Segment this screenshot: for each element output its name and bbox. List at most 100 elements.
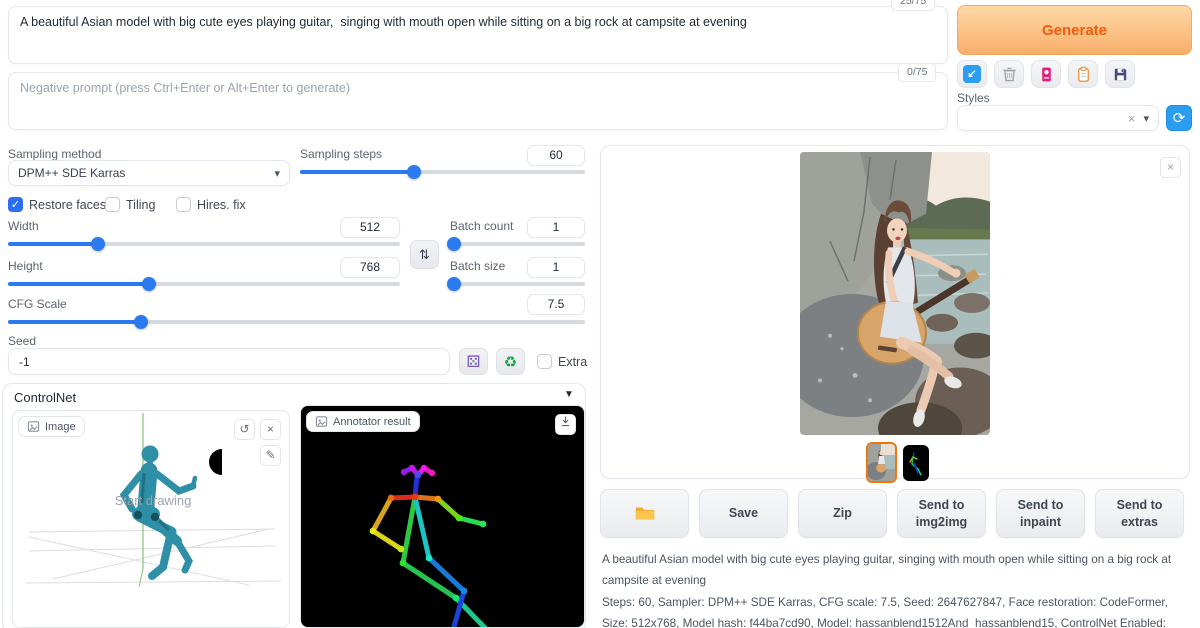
arrow-down-left-icon: ↙: [963, 65, 981, 83]
edit-brush-button[interactable]: ✎: [260, 445, 281, 466]
batch-count-label: Batch count: [450, 219, 513, 233]
height-input[interactable]: 768: [340, 257, 400, 278]
undo-icon: ↺: [239, 422, 249, 436]
zip-button[interactable]: Zip: [798, 489, 887, 538]
sampling-method-value: DPM++ SDE Karras: [18, 166, 125, 180]
pencil-icon: ✎: [265, 448, 275, 462]
collapse-arrow-icon[interactable]: ▼: [564, 389, 574, 400]
swap-width-height-button[interactable]: ⇅: [410, 240, 439, 269]
close-preview-button[interactable]: ×: [1160, 157, 1181, 178]
extra-label: Extra: [558, 355, 587, 369]
thumbnail-pose-mini: [903, 445, 929, 481]
batch-size-slider[interactable]: [450, 277, 585, 291]
batch-size-label: Batch size: [450, 259, 505, 273]
image-tab-label: Image: [45, 421, 76, 433]
seed-input[interactable]: -1: [8, 348, 450, 375]
send-to-img2img-button[interactable]: Send to img2img: [897, 489, 986, 538]
extra-networks-button[interactable]: [1031, 60, 1061, 88]
width-input[interactable]: 512: [340, 217, 400, 238]
batch-count-slider[interactable]: [450, 237, 585, 251]
refresh-icon: ⟳: [1173, 109, 1186, 127]
cfg-scale-label: CFG Scale: [8, 297, 67, 311]
styles-dropdown[interactable]: × ▾: [957, 105, 1159, 131]
reuse-seed-button[interactable]: ♻: [496, 348, 525, 375]
thumbnail-photo-mini: [868, 444, 895, 481]
height-label: Height: [8, 259, 43, 273]
generated-image[interactable]: [800, 152, 990, 435]
negative-token-counter: 0/75: [898, 63, 936, 82]
sampling-method-dropdown[interactable]: DPM++ SDE Karras ▾: [8, 160, 290, 186]
controlnet-annotator-result[interactable]: Annotator result: [300, 405, 585, 628]
generate-button[interactable]: Generate: [957, 5, 1192, 55]
clear-image-button[interactable]: ×: [260, 419, 281, 440]
cfg-scale-input[interactable]: 7.5: [527, 294, 585, 315]
clear-prompt-button[interactable]: [994, 60, 1024, 88]
sampling-steps-slider[interactable]: [300, 165, 585, 179]
image-icon: [27, 420, 40, 433]
swap-icon: ⇅: [419, 247, 430, 263]
extra-networks-card-icon: [1037, 65, 1056, 84]
start-drawing-hint: Start drawing: [73, 493, 233, 508]
tiling-checkbox[interactable]: Tiling: [105, 197, 155, 212]
gallery-thumbnail-pose[interactable]: [903, 445, 929, 481]
cfg-scale-slider[interactable]: [8, 315, 585, 329]
sampling-method-label: Sampling method: [8, 147, 101, 161]
send-to-extras-label: Send to extras: [1100, 497, 1179, 531]
checkbox-empty: [537, 354, 552, 369]
image-tab-chip: Image: [18, 416, 85, 437]
gallery-thumbnail-photo[interactable]: [866, 442, 897, 483]
checkbox-empty: [105, 197, 120, 212]
prompt-token-counter: 25/75: [891, 0, 935, 11]
restore-faces-label: Restore faces: [29, 198, 106, 212]
download-annotator-button[interactable]: [555, 414, 576, 435]
generation-info-prompt: A beautiful Asian model with big cute ey…: [602, 549, 1192, 592]
hires-fix-checkbox[interactable]: Hires. fix: [176, 197, 246, 212]
random-seed-button[interactable]: ⚄: [459, 348, 488, 375]
save-label: Save: [729, 505, 758, 522]
floppy-disk-icon: [1111, 65, 1130, 84]
apply-style-button[interactable]: [1068, 60, 1098, 88]
batch-size-input[interactable]: 1: [527, 257, 585, 278]
save-style-button[interactable]: [1105, 60, 1135, 88]
batch-count-input[interactable]: 1: [527, 217, 585, 238]
send-to-extras-button[interactable]: Send to extras: [1095, 489, 1184, 538]
txt2img-screen: A beautiful Asian model with big cute ey…: [0, 0, 1200, 628]
refresh-styles-button[interactable]: ⟳: [1166, 105, 1192, 131]
checkbox-check-icon: ✓: [8, 197, 23, 212]
sampling-steps-input[interactable]: 60: [527, 145, 585, 166]
openpose-skeleton: [301, 406, 585, 628]
negative-prompt-input[interactable]: [8, 72, 948, 130]
seed-label: Seed: [8, 334, 36, 348]
generated-image-scene: [800, 152, 990, 435]
undo-button[interactable]: ↺: [234, 419, 255, 440]
styles-label: Styles: [957, 91, 990, 105]
send-to-inpaint-label: Send to inpaint: [1001, 497, 1080, 531]
styles-clear-icon[interactable]: ×: [1128, 111, 1136, 126]
hires-fix-label: Hires. fix: [197, 198, 246, 212]
trash-icon: [1000, 65, 1019, 84]
zip-label: Zip: [833, 505, 852, 522]
controlnet-accordion-header[interactable]: ControlNet: [14, 390, 76, 405]
send-to-inpaint-button[interactable]: Send to inpaint: [996, 489, 1085, 538]
image-icon: [315, 415, 328, 428]
prompt-input[interactable]: A beautiful Asian model with big cute ey…: [8, 6, 948, 64]
open-folder-button[interactable]: [600, 489, 689, 538]
send-to-img2img-label: Send to img2img: [902, 497, 981, 531]
close-icon: ×: [1167, 160, 1174, 174]
height-slider[interactable]: [8, 277, 400, 291]
restore-faces-checkbox[interactable]: ✓ Restore faces: [8, 197, 106, 212]
clipboard-icon: [1074, 65, 1093, 84]
sampling-steps-label: Sampling steps: [300, 147, 382, 161]
tiling-label: Tiling: [126, 198, 155, 212]
controlnet-image-canvas[interactable]: Image ↺ × ✎ Start drawing: [12, 410, 290, 628]
width-slider[interactable]: [8, 237, 400, 251]
width-label: Width: [8, 219, 39, 233]
extra-seed-checkbox[interactable]: Extra: [537, 354, 587, 369]
generate-label: Generate: [1042, 22, 1107, 39]
save-button[interactable]: Save: [699, 489, 788, 538]
checkbox-empty: [176, 197, 191, 212]
pose-mannequin-drawing: [13, 411, 290, 628]
annotator-result-chip: Annotator result: [306, 411, 420, 432]
paste-params-button[interactable]: ↙: [957, 60, 987, 88]
close-icon: ×: [267, 422, 274, 436]
